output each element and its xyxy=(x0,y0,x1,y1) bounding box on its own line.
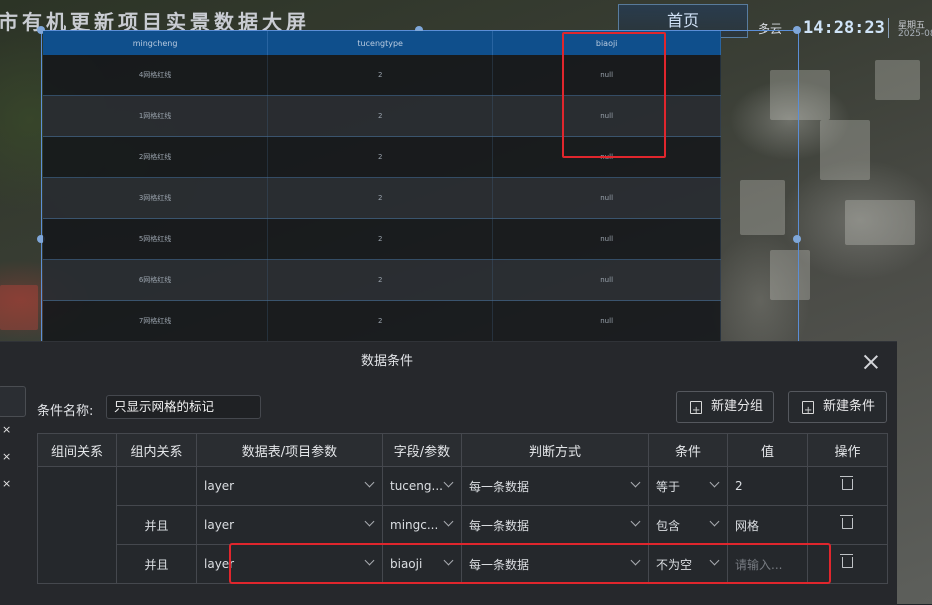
date-label: 2025-08 xyxy=(898,29,932,39)
header-condition: 条件 xyxy=(648,433,728,467)
chevron-down-icon xyxy=(364,516,375,527)
clock-time: 14:28:23 xyxy=(803,18,885,38)
add-group-icon xyxy=(690,396,702,426)
delete-row-button[interactable] xyxy=(807,466,888,506)
close-icon[interactable] xyxy=(861,352,881,372)
method-select-value: 每一条数据 xyxy=(469,518,530,533)
cell-mingcheng: 2网格红线 xyxy=(43,136,269,178)
header-field: 字段/参数 xyxy=(382,433,462,467)
cell-biaoji: null xyxy=(492,177,721,219)
cell-tucengtype: 2 xyxy=(267,218,494,260)
new-group-label: 新建分组 xyxy=(711,399,764,414)
cell-tucengtype: 2 xyxy=(267,177,494,219)
resize-handle-top-right[interactable] xyxy=(793,26,801,34)
inter-group-cell xyxy=(37,466,117,584)
delete-row-button[interactable] xyxy=(807,505,888,545)
chevron-down-icon xyxy=(364,477,375,488)
chevron-down-icon xyxy=(709,516,720,527)
cell-biaoji: null xyxy=(492,300,721,342)
condition-select-value: 包含 xyxy=(656,518,681,533)
cell-biaoji: null xyxy=(492,259,721,301)
new-condition-label: 新建条件 xyxy=(823,399,876,414)
column-header-tucengtype: tucengtype xyxy=(267,31,494,55)
new-condition-button[interactable]: 新建条件 xyxy=(788,391,887,426)
cell-mingcheng: 6网格红线 xyxy=(43,259,269,301)
condition-select-value: 等于 xyxy=(656,479,681,494)
condition-row: 并且 layer mingc... 每一条数据 包含 网格 xyxy=(38,505,888,545)
table-select[interactable]: layer xyxy=(196,505,383,545)
chevron-down-icon xyxy=(630,477,641,488)
table-select-value: layer xyxy=(204,518,235,532)
table-row: 3网格红线 2 null xyxy=(43,177,721,219)
add-condition-icon xyxy=(802,396,814,426)
cell-biaoji: null xyxy=(492,218,721,260)
method-select[interactable]: 每一条数据 xyxy=(461,505,649,545)
cell-mingcheng: 3网格红线 xyxy=(43,177,269,219)
table-row: 6网格红线 2 null xyxy=(43,259,721,301)
table-select[interactable]: layer xyxy=(196,466,383,506)
condition-select[interactable]: 等于 xyxy=(648,466,728,506)
table-row: 5网格红线 2 null xyxy=(43,218,721,260)
chevron-down-icon xyxy=(630,516,641,527)
chevron-down-icon xyxy=(709,477,720,488)
remove-icon[interactable]: × xyxy=(2,450,11,463)
value-input[interactable]: 2 xyxy=(727,466,808,506)
trash-icon xyxy=(840,554,853,568)
column-header-mingcheng: mingcheng xyxy=(43,31,269,55)
value-input[interactable]: 网格 xyxy=(727,505,808,545)
cell-tucengtype: 2 xyxy=(267,95,494,137)
cell-tucengtype: 2 xyxy=(267,55,494,96)
header-actions: 操作 xyxy=(807,433,888,467)
header-data-table: 数据表/项目参数 xyxy=(196,433,383,467)
trash-icon xyxy=(840,515,853,529)
dialog-title: 数据条件 xyxy=(360,354,413,369)
field-select[interactable]: tuceng... xyxy=(382,466,462,506)
table-select-value: layer xyxy=(204,479,235,493)
value-input-text: 网格 xyxy=(735,518,760,533)
condition-name-label: 条件名称: xyxy=(37,404,94,419)
value-input-text: 2 xyxy=(735,479,743,493)
cell-tucengtype: 2 xyxy=(267,300,494,342)
resize-handle-right[interactable] xyxy=(793,235,801,243)
condition-row: layer tuceng... 每一条数据 等于 2 xyxy=(37,466,888,584)
condition-select[interactable]: 包含 xyxy=(648,505,728,545)
chevron-down-icon xyxy=(443,516,454,527)
header-inter-group: 组间关系 xyxy=(37,433,117,467)
left-list-panel[interactable] xyxy=(0,386,26,417)
highlight-box-biaoji-column xyxy=(562,32,666,158)
header-intra-group: 组内关系 xyxy=(116,433,197,467)
method-select-value: 每一条数据 xyxy=(469,479,530,494)
table-row: 7网格红线 2 null xyxy=(43,300,721,342)
intra-group-cell[interactable]: 并且 xyxy=(116,505,197,545)
highlight-box-third-row xyxy=(229,543,831,584)
field-select-value: mingc... xyxy=(390,518,439,532)
cell-mingcheng: 5网格红线 xyxy=(43,218,269,260)
header-value: 值 xyxy=(727,433,808,467)
remove-icon[interactable]: × xyxy=(2,423,11,436)
cell-mingcheng: 7网格红线 xyxy=(43,300,269,342)
new-group-button[interactable]: 新建分组 xyxy=(676,391,774,426)
field-select-value: tuceng... xyxy=(390,479,443,493)
cell-mingcheng: 1网格红线 xyxy=(43,95,269,137)
field-select[interactable]: mingc... xyxy=(382,505,462,545)
cell-tucengtype: 2 xyxy=(267,259,494,301)
trash-icon xyxy=(840,476,853,490)
intra-group-cell[interactable]: 并且 xyxy=(116,544,197,584)
header-method: 判断方式 xyxy=(461,433,649,467)
header-divider xyxy=(888,18,889,38)
chevron-down-icon xyxy=(443,477,454,488)
method-select[interactable]: 每一条数据 xyxy=(461,466,649,506)
remove-icon[interactable]: × xyxy=(2,477,11,490)
condition-name-input[interactable]: 只显示网格的标记 xyxy=(106,395,261,419)
condition-header-row: 组间关系 组内关系 数据表/项目参数 字段/参数 判断方式 条件 值 操作 xyxy=(37,433,888,467)
cell-tucengtype: 2 xyxy=(267,136,494,178)
intra-group-cell[interactable] xyxy=(116,466,197,506)
cell-mingcheng: 4网格红线 xyxy=(43,55,269,96)
